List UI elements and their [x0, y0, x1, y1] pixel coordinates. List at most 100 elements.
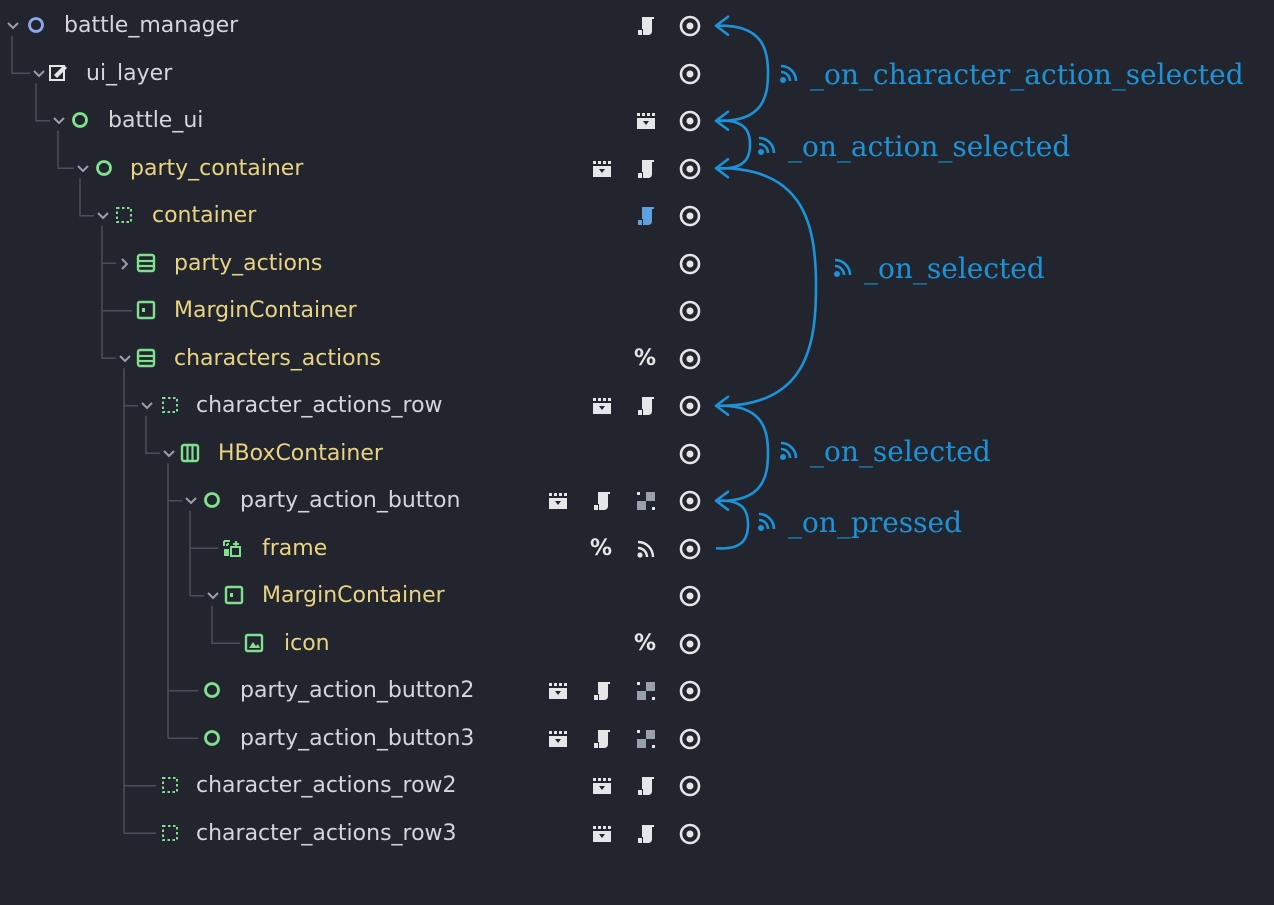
tree-row-character_actions_row2[interactable]: character_actions_row2 — [0, 762, 720, 809]
visibility-icon[interactable] — [678, 679, 702, 703]
node-label: character_actions_row3 — [196, 820, 457, 846]
unique-name-icon[interactable]: % — [632, 335, 658, 382]
tree-row-ui_layer[interactable]: ui_layer — [0, 50, 720, 97]
script-blue-icon[interactable] — [634, 204, 658, 228]
visibility-icon[interactable] — [678, 584, 702, 608]
node-label: party_action_button3 — [240, 725, 475, 751]
chevron-down-icon[interactable] — [76, 161, 90, 175]
tree-row-characters_actions[interactable]: characters_actions% — [0, 335, 720, 382]
scene-clapper-icon[interactable] — [590, 394, 614, 418]
node-circle-icon — [94, 158, 114, 178]
node-circle-icon — [202, 490, 222, 510]
chevron-down-icon[interactable] — [32, 66, 46, 80]
chevron-down-icon[interactable] — [52, 113, 66, 127]
script-icon[interactable] — [634, 394, 658, 418]
unique-name-icon[interactable]: % — [588, 525, 614, 572]
visibility-icon[interactable] — [678, 442, 702, 466]
tree-row-battle_ui[interactable]: battle_ui — [0, 97, 720, 144]
tree-row-icon[interactable]: icon% — [0, 620, 720, 667]
tree-row-container[interactable]: container — [0, 192, 720, 239]
visibility-icon[interactable] — [678, 299, 702, 323]
container-icon — [160, 775, 180, 795]
chevron-down-icon[interactable] — [6, 18, 20, 32]
scene-clapper-icon[interactable] — [546, 679, 570, 703]
chevron-down-icon[interactable] — [118, 351, 132, 365]
connection-arc — [715, 404, 770, 503]
tree-row-party_actions[interactable]: party_actions — [0, 240, 720, 287]
signal-connection-label: _on_selected — [776, 432, 991, 472]
visibility-icon[interactable] — [678, 252, 702, 276]
visibility-icon[interactable] — [678, 632, 702, 656]
hbox-icon — [180, 443, 200, 463]
scene-clapper-icon[interactable] — [590, 822, 614, 846]
signal-connection-label: _on_pressed — [754, 503, 962, 543]
tree-row-margincontainer[interactable]: MarginContainer — [0, 572, 720, 619]
script-icon[interactable] — [590, 727, 614, 751]
texture-rect-icon — [244, 633, 264, 653]
tree-row-party_container[interactable]: party_container — [0, 145, 720, 192]
group-icon[interactable] — [634, 727, 658, 751]
script-icon[interactable] — [634, 822, 658, 846]
scene-clapper-icon[interactable] — [590, 774, 614, 798]
scene-clapper-icon[interactable] — [590, 157, 614, 181]
signal-icon — [758, 512, 776, 531]
nine-patch-icon — [222, 538, 242, 558]
node-label: icon — [284, 630, 330, 656]
group-icon[interactable] — [634, 679, 658, 703]
signal-connection-label: _on_character_action_selected — [776, 55, 1244, 95]
chevron-right-icon[interactable] — [118, 256, 132, 270]
visibility-icon[interactable] — [678, 347, 702, 371]
script-icon[interactable] — [590, 489, 614, 513]
node-label: character_actions_row — [196, 393, 443, 418]
tree-row-character_actions_row3[interactable]: character_actions_row3 — [0, 810, 720, 857]
visibility-icon[interactable] — [678, 204, 702, 228]
scene-clapper-icon[interactable] — [634, 109, 658, 133]
node-label: party_action_button — [240, 488, 461, 513]
scene-clapper-icon[interactable] — [546, 489, 570, 513]
tree-row-battle_manager[interactable]: battle_manager — [0, 2, 720, 49]
script-icon[interactable] — [634, 14, 658, 38]
chevron-down-icon[interactable] — [96, 208, 110, 222]
tree-row-character_actions_row[interactable]: character_actions_row — [0, 382, 720, 429]
visibility-icon[interactable] — [678, 157, 702, 181]
visibility-icon[interactable] — [678, 727, 702, 751]
visibility-icon[interactable] — [678, 822, 702, 846]
tree-row-margincontainer[interactable]: MarginContainer — [0, 287, 720, 334]
container-icon — [160, 395, 180, 415]
chevron-down-icon[interactable] — [184, 493, 198, 507]
visibility-icon[interactable] — [678, 489, 702, 513]
chevron-down-icon[interactable] — [162, 446, 176, 460]
tree-row-frame[interactable]: frame% — [0, 525, 720, 572]
node-label: battle_manager — [64, 13, 239, 38]
node-circle-icon — [70, 110, 90, 130]
visibility-icon[interactable] — [678, 62, 702, 86]
node-label: character_actions_row2 — [196, 773, 457, 798]
script-icon[interactable] — [634, 774, 658, 798]
canvas-layer-icon — [48, 63, 68, 83]
node-label: MarginContainer — [262, 583, 445, 608]
signal-icon[interactable] — [634, 537, 658, 561]
node-label: party_action_button2 — [240, 678, 475, 703]
container-icon — [160, 823, 180, 843]
tree-row-party_action_button[interactable]: party_action_button — [0, 477, 720, 524]
unique-name-icon[interactable]: % — [632, 620, 658, 667]
node-label: characters_actions — [174, 345, 381, 371]
tree-row-party_action_button2[interactable]: party_action_button2 — [0, 667, 720, 714]
node-circle-icon — [26, 15, 46, 35]
chevron-down-icon[interactable] — [206, 588, 220, 602]
visibility-icon[interactable] — [678, 394, 702, 418]
script-icon[interactable] — [634, 157, 658, 181]
vbox-icon — [136, 253, 156, 273]
visibility-icon[interactable] — [678, 14, 702, 38]
scene-clapper-icon[interactable] — [546, 727, 570, 751]
group-icon[interactable] — [634, 489, 658, 513]
signal-icon — [780, 441, 798, 460]
script-icon[interactable] — [590, 679, 614, 703]
visibility-icon[interactable] — [678, 537, 702, 561]
visibility-icon[interactable] — [678, 109, 702, 133]
tree-row-party_action_button3[interactable]: party_action_button3 — [0, 715, 720, 762]
signal-icon — [780, 64, 798, 83]
tree-row-hboxcontainer[interactable]: HBoxContainer — [0, 430, 720, 477]
visibility-icon[interactable] — [678, 774, 702, 798]
chevron-down-icon[interactable] — [140, 398, 154, 412]
